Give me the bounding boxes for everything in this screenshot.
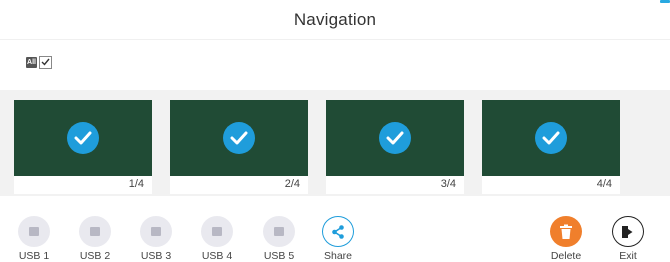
page-label: 4/4 [596, 178, 612, 190]
check-icon [223, 122, 255, 154]
thumbnail-page-4[interactable] [482, 100, 620, 176]
check-icon [535, 122, 567, 154]
usb-drive-icon [79, 216, 111, 247]
share-label: Share [323, 250, 353, 262]
usb2-label: USB 2 [79, 250, 111, 262]
usb3-button[interactable]: USB 3 [130, 208, 182, 262]
exit-button[interactable]: Exit [602, 208, 654, 262]
page-label: 1/4 [128, 178, 144, 190]
all-tag: All [26, 56, 37, 68]
page-title: Navigation [293, 10, 377, 29]
checkbox-box[interactable] [39, 55, 52, 69]
share-button[interactable]: Share [312, 208, 364, 262]
usb1-label: USB 1 [18, 250, 50, 262]
navigation-dialog: Navigation All 1/4 2/4 3/4 4/4 USB 1 USB… [0, 0, 670, 262]
exit-label: Exit [619, 250, 637, 262]
thumbnail-footer: 2/4 [170, 176, 308, 194]
usb-drive-icon [140, 216, 172, 247]
usb3-label: USB 3 [140, 250, 172, 262]
usb5-label: USB 5 [263, 250, 295, 262]
accent-mark [660, 0, 670, 3]
checkmark-icon [41, 58, 50, 66]
page-label: 2/4 [284, 178, 300, 190]
usb2-button[interactable]: USB 2 [69, 208, 121, 262]
page-label: 3/4 [440, 178, 456, 190]
usb-drive-icon [263, 216, 295, 247]
thumbnail-footer: 1/4 [14, 176, 152, 194]
usb-drive-icon [18, 216, 50, 247]
delete-button[interactable]: Delete [540, 208, 592, 262]
usb1-button[interactable]: USB 1 [8, 208, 60, 262]
bottom-toolbar: USB 1 USB 2 USB 3 USB 4 USB 5 Share Dele… [0, 208, 670, 262]
check-icon [67, 122, 99, 154]
thumbnail-strip: 1/4 2/4 3/4 4/4 [0, 90, 670, 196]
trash-icon [550, 216, 582, 247]
share-icon [322, 216, 354, 247]
header-bar: Navigation [0, 0, 670, 40]
thumbnail-page-2[interactable] [170, 100, 308, 176]
thumbnail-footer: 3/4 [326, 176, 464, 194]
delete-label: Delete [550, 250, 582, 262]
usb4-label: USB 4 [201, 250, 233, 262]
check-icon [379, 122, 411, 154]
thumbnail-footer: 4/4 [482, 176, 620, 194]
usb-drive-icon [201, 216, 233, 247]
thumbnail-page-1[interactable] [14, 100, 152, 176]
thumbnail-page-3[interactable] [326, 100, 464, 176]
exit-door-icon [612, 216, 644, 247]
select-all-checkbox[interactable]: All [26, 55, 52, 69]
usb4-button[interactable]: USB 4 [191, 208, 243, 262]
usb5-button[interactable]: USB 5 [253, 208, 305, 262]
